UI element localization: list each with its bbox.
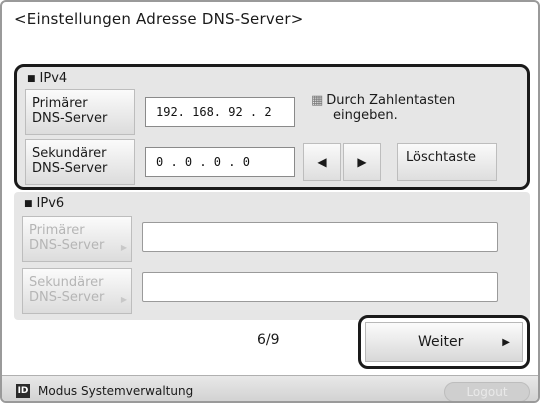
next-button-label: Weiter <box>418 334 464 350</box>
ipv6-primary-label: Primärer DNS-Server ▶ <box>22 216 132 262</box>
ipv4-primary-label-line2: DNS-Server <box>32 111 108 126</box>
arrow-left-icon: ◀ <box>317 155 327 169</box>
ipv4-section-text: IPv4 <box>39 71 68 86</box>
ipv4-secondary-dns-input[interactable]: 0 . 0 . 0 . 0 <box>145 147 295 177</box>
ipv6-secondary-label: Sekundärer DNS-Server ▶ <box>22 268 132 314</box>
dns-settings-screen: <Einstellungen Adresse DNS-Server> ■ IPv4… <box>0 0 540 403</box>
page-title: <Einstellungen Adresse DNS-Server> <box>14 10 304 28</box>
ipv4-panel: ■ IPv4 Primärer DNS-Server 192. 168. 92 .… <box>14 64 530 190</box>
ipv6-secondary-label-line2: DNS-Server <box>29 290 105 305</box>
ipv6-primary-label-line1: Primärer <box>29 223 85 238</box>
logout-button[interactable]: Logout <box>444 382 530 401</box>
mode-label: Modus Systemverwaltung <box>38 384 194 398</box>
cursor-right-button[interactable]: ▶ <box>343 143 381 181</box>
ipv6-section-label: ■ IPv6 <box>24 196 64 211</box>
next-button-face[interactable]: Weiter ▶ <box>365 322 523 362</box>
ipv4-primary-label[interactable]: Primärer DNS-Server <box>25 89 135 135</box>
hint-line2: eingeben. <box>333 108 398 123</box>
ipv4-secondary-label[interactable]: Sekundärer DNS-Server <box>25 139 135 185</box>
ipv4-primary-label-line1: Primärer <box>32 96 88 111</box>
ipv6-section-text: IPv6 <box>36 196 65 211</box>
ipv6-secondary-label-line1: Sekundärer <box>29 275 104 290</box>
caret-right-icon: ▶ <box>120 243 127 252</box>
arrow-right-icon: ▶ <box>502 337 510 348</box>
cursor-left-button[interactable]: ◀ <box>303 143 341 181</box>
next-button[interactable]: Weiter ▶ <box>358 315 530 369</box>
ipv6-primary-dns-input[interactable] <box>142 222 498 252</box>
arrow-right-icon: ▶ <box>357 155 367 169</box>
status-bar: ID Modus Systemverwaltung Logout <box>2 375 538 401</box>
bullet-icon: ■ <box>24 198 33 209</box>
ipv4-section-label: ■ IPv4 <box>27 71 67 86</box>
ipv6-secondary-dns-input[interactable] <box>142 272 498 302</box>
caret-right-icon: ▶ <box>120 295 127 304</box>
ipv4-secondary-label-line1: Sekundärer <box>32 146 107 161</box>
page-indicator: 6/9 <box>257 332 280 348</box>
ipv4-secondary-label-line2: DNS-Server <box>32 161 108 176</box>
hint-line1: Durch Zahlentasten <box>326 93 456 108</box>
numeric-keypad-icon: ▦ <box>311 93 324 108</box>
ipv4-hint: ▦ Durch Zahlentasten eingeben. <box>311 93 455 123</box>
bullet-icon: ■ <box>27 73 36 84</box>
ipv6-primary-label-line2: DNS-Server <box>29 238 105 253</box>
ipv6-panel: ■ IPv6 Primärer DNS-Server ▶ Sekundärer D… <box>14 192 530 320</box>
ipv4-primary-dns-input[interactable]: 192. 168. 92 . 2 <box>145 97 295 127</box>
clear-button[interactable]: Löschtaste <box>397 143 497 181</box>
id-mode-icon: ID <box>16 384 30 398</box>
